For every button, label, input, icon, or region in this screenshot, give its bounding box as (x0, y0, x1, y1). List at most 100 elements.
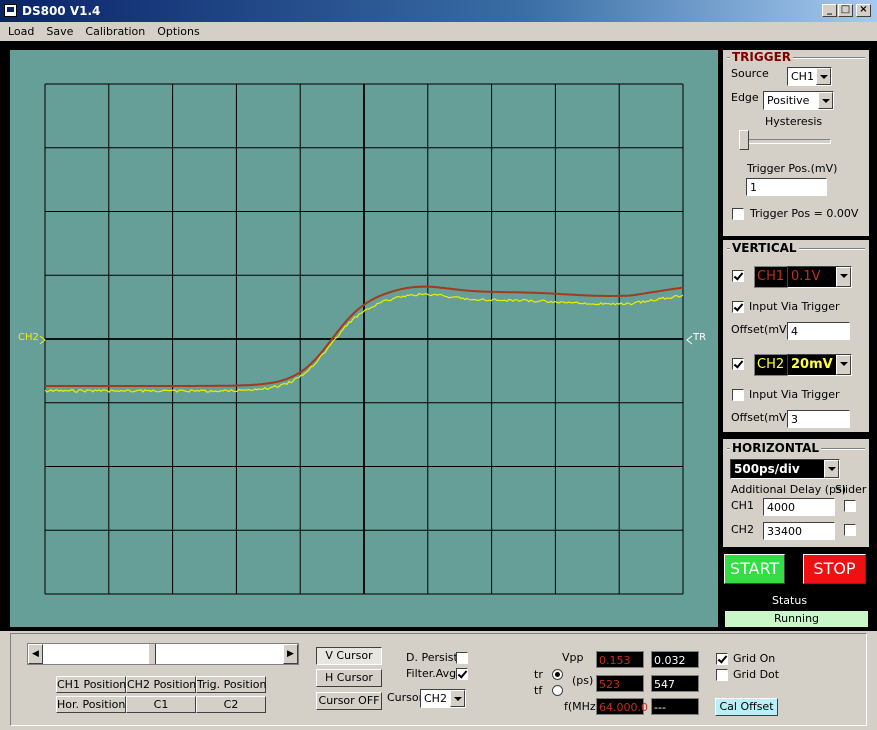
ch2-name-label: CH2 (754, 354, 788, 376)
menu-calibration[interactable]: Calibration (77, 22, 149, 38)
trig-position-button[interactable]: Trig. Position (196, 676, 266, 693)
ch2-enable-checkbox[interactable] (732, 358, 744, 370)
ch1-input-via-trigger-checkbox[interactable] (732, 301, 744, 313)
v-cursor-button[interactable]: V Cursor (316, 647, 382, 665)
ch2-input-via-trigger-checkbox[interactable] (732, 389, 744, 401)
ch1-position-button[interactable]: CH1 Position (56, 676, 126, 693)
d-persist-label: D. Persist (406, 651, 458, 664)
ch1-enable-checkbox[interactable] (732, 270, 744, 282)
ch2-delay-label: CH2 (731, 523, 754, 536)
ch1-offset-label: Offset(mV) (731, 323, 791, 336)
ch2-scale-select[interactable]: 20mV (787, 354, 852, 376)
filter-avg-checkbox[interactable] (456, 668, 468, 680)
vertical-panel: VERTICAL CH1 0.1V Input Via Trigger Offs… (723, 240, 869, 432)
grid-on-checkbox[interactable] (716, 653, 728, 665)
edge-label: Edge (731, 91, 759, 104)
scroll-left-button[interactable]: ◀ (28, 644, 43, 664)
bottom-panel: ◀ ▶ CH1 Position CH2 Position Trig. Posi… (10, 633, 867, 726)
trigger-pos-label: Trigger Pos.(mV) (747, 162, 837, 175)
trigger-marker: TR (692, 332, 706, 343)
ch1-input-via-trigger-label: Input Via Trigger (749, 300, 840, 313)
ch2-marker-arrow (40, 336, 45, 344)
window-title: DS800 V1.4 (22, 4, 100, 18)
ch1-name-label: CH1 (754, 266, 788, 288)
grid-on-label: Grid On (733, 652, 775, 665)
close-button[interactable]: × (856, 4, 871, 17)
hor-position-button[interactable]: Hor. Position (56, 696, 126, 713)
tr-ch2-value: 547 (651, 675, 699, 692)
minimize-button[interactable]: _ (822, 4, 837, 17)
trigger-panel: TRIGGER Source CH1 Edge Positive Hystere… (723, 50, 869, 236)
ch2-input-via-trigger-label: Input Via Trigger (749, 388, 840, 401)
trigger-pos-input[interactable]: 1 (746, 178, 827, 196)
ch1-slider-checkbox[interactable] (844, 500, 856, 512)
trigger-marker-arrow (687, 336, 692, 344)
menu-save[interactable]: Save (38, 22, 77, 38)
title-bar: DS800 V1.4 _ □ × (0, 0, 877, 22)
ch1-delay-label: CH1 (731, 499, 754, 512)
filter-avg-label: Filter.Avg (406, 667, 456, 680)
vpp-ch2-value: 0.032 (651, 651, 699, 668)
stop-button[interactable]: STOP (803, 554, 866, 584)
scope-grid (45, 84, 683, 594)
scroll-right-button[interactable]: ▶ (283, 644, 298, 664)
vertical-title: VERTICAL (730, 241, 799, 255)
ch1-scale-select[interactable]: 0.1V (787, 266, 852, 288)
grid-dot-checkbox[interactable] (716, 669, 728, 681)
horizontal-panel: HORIZONTAL 500ps/div Additional Delay (p… (723, 439, 869, 547)
h-cursor-button[interactable]: H Cursor (316, 669, 382, 687)
app-icon (4, 4, 17, 17)
scope-svg: CH2 TR (10, 50, 718, 627)
hysteresis-slider-thumb[interactable] (739, 130, 749, 150)
slider-label: Slider (835, 483, 866, 496)
cursor-off-button[interactable]: Cursor OFF (316, 692, 382, 710)
scope-display: CH2 TR (10, 50, 718, 627)
c1-button[interactable]: C1 (126, 696, 196, 713)
source-select[interactable]: CH1 (787, 67, 832, 86)
position-scrollbar[interactable]: ◀ ▶ (27, 643, 299, 665)
additional-delay-label: Additional Delay (ps) (731, 483, 846, 496)
d-persist-checkbox[interactable] (456, 652, 468, 664)
c2-button[interactable]: C2 (196, 696, 266, 713)
trigger-zero-label: Trigger Pos = 0.00V (750, 207, 858, 220)
maximize-button[interactable]: □ (838, 4, 853, 17)
tr-ch1-value: 523 (596, 675, 644, 692)
tr-label: tr (534, 668, 543, 681)
vpp-ch1-value: 0.153 (596, 651, 644, 668)
status-label: Status (772, 594, 807, 607)
fmhz-label: f(MHz) (564, 700, 600, 713)
menu-load[interactable]: Load (0, 22, 38, 38)
vpp-label: Vpp (562, 651, 584, 664)
f-ch2-value: --- (651, 698, 699, 715)
ch1-offset-input[interactable]: 4 (787, 322, 850, 340)
scroll-thumb[interactable] (148, 644, 156, 664)
start-button[interactable]: START (724, 554, 785, 584)
ch2-slider-checkbox[interactable] (844, 524, 856, 536)
ch2-marker: CH2 (18, 332, 39, 343)
cursor-channel-select[interactable]: CH2 (420, 689, 466, 708)
edge-select[interactable]: Positive (763, 91, 834, 110)
horizontal-title: HORIZONTAL (730, 441, 821, 455)
hysteresis-slider-track[interactable] (741, 139, 831, 144)
source-label: Source (731, 67, 769, 80)
cursor-select-label: Cursor (387, 691, 423, 704)
ps-label: (ps) (572, 674, 593, 687)
cal-offset-button[interactable]: Cal Offset (715, 698, 778, 716)
ch2-offset-input[interactable]: 3 (787, 410, 850, 428)
tr-radio[interactable] (552, 669, 563, 680)
ch2-delay-input[interactable]: 33400 (763, 522, 835, 540)
tf-radio[interactable] (552, 685, 563, 696)
f-ch1-value: 64.000.0 (596, 698, 644, 715)
status-value: Running (724, 610, 869, 628)
timebase-select[interactable]: 500ps/div (730, 459, 840, 479)
grid-dot-label: Grid Dot (733, 668, 779, 681)
trigger-title: TRIGGER (730, 50, 793, 64)
ch2-position-button[interactable]: CH2 Position (126, 676, 196, 693)
ch2-offset-label: Offset(mV) (731, 411, 791, 424)
trigger-zero-checkbox[interactable] (732, 208, 744, 220)
ch1-delay-input[interactable]: 4000 (763, 498, 835, 516)
hysteresis-label: Hysteresis (765, 115, 822, 128)
tf-label: tf (534, 684, 542, 697)
menu-options[interactable]: Options (149, 22, 203, 38)
menu-bar: Load Save Calibration Options (0, 22, 877, 41)
